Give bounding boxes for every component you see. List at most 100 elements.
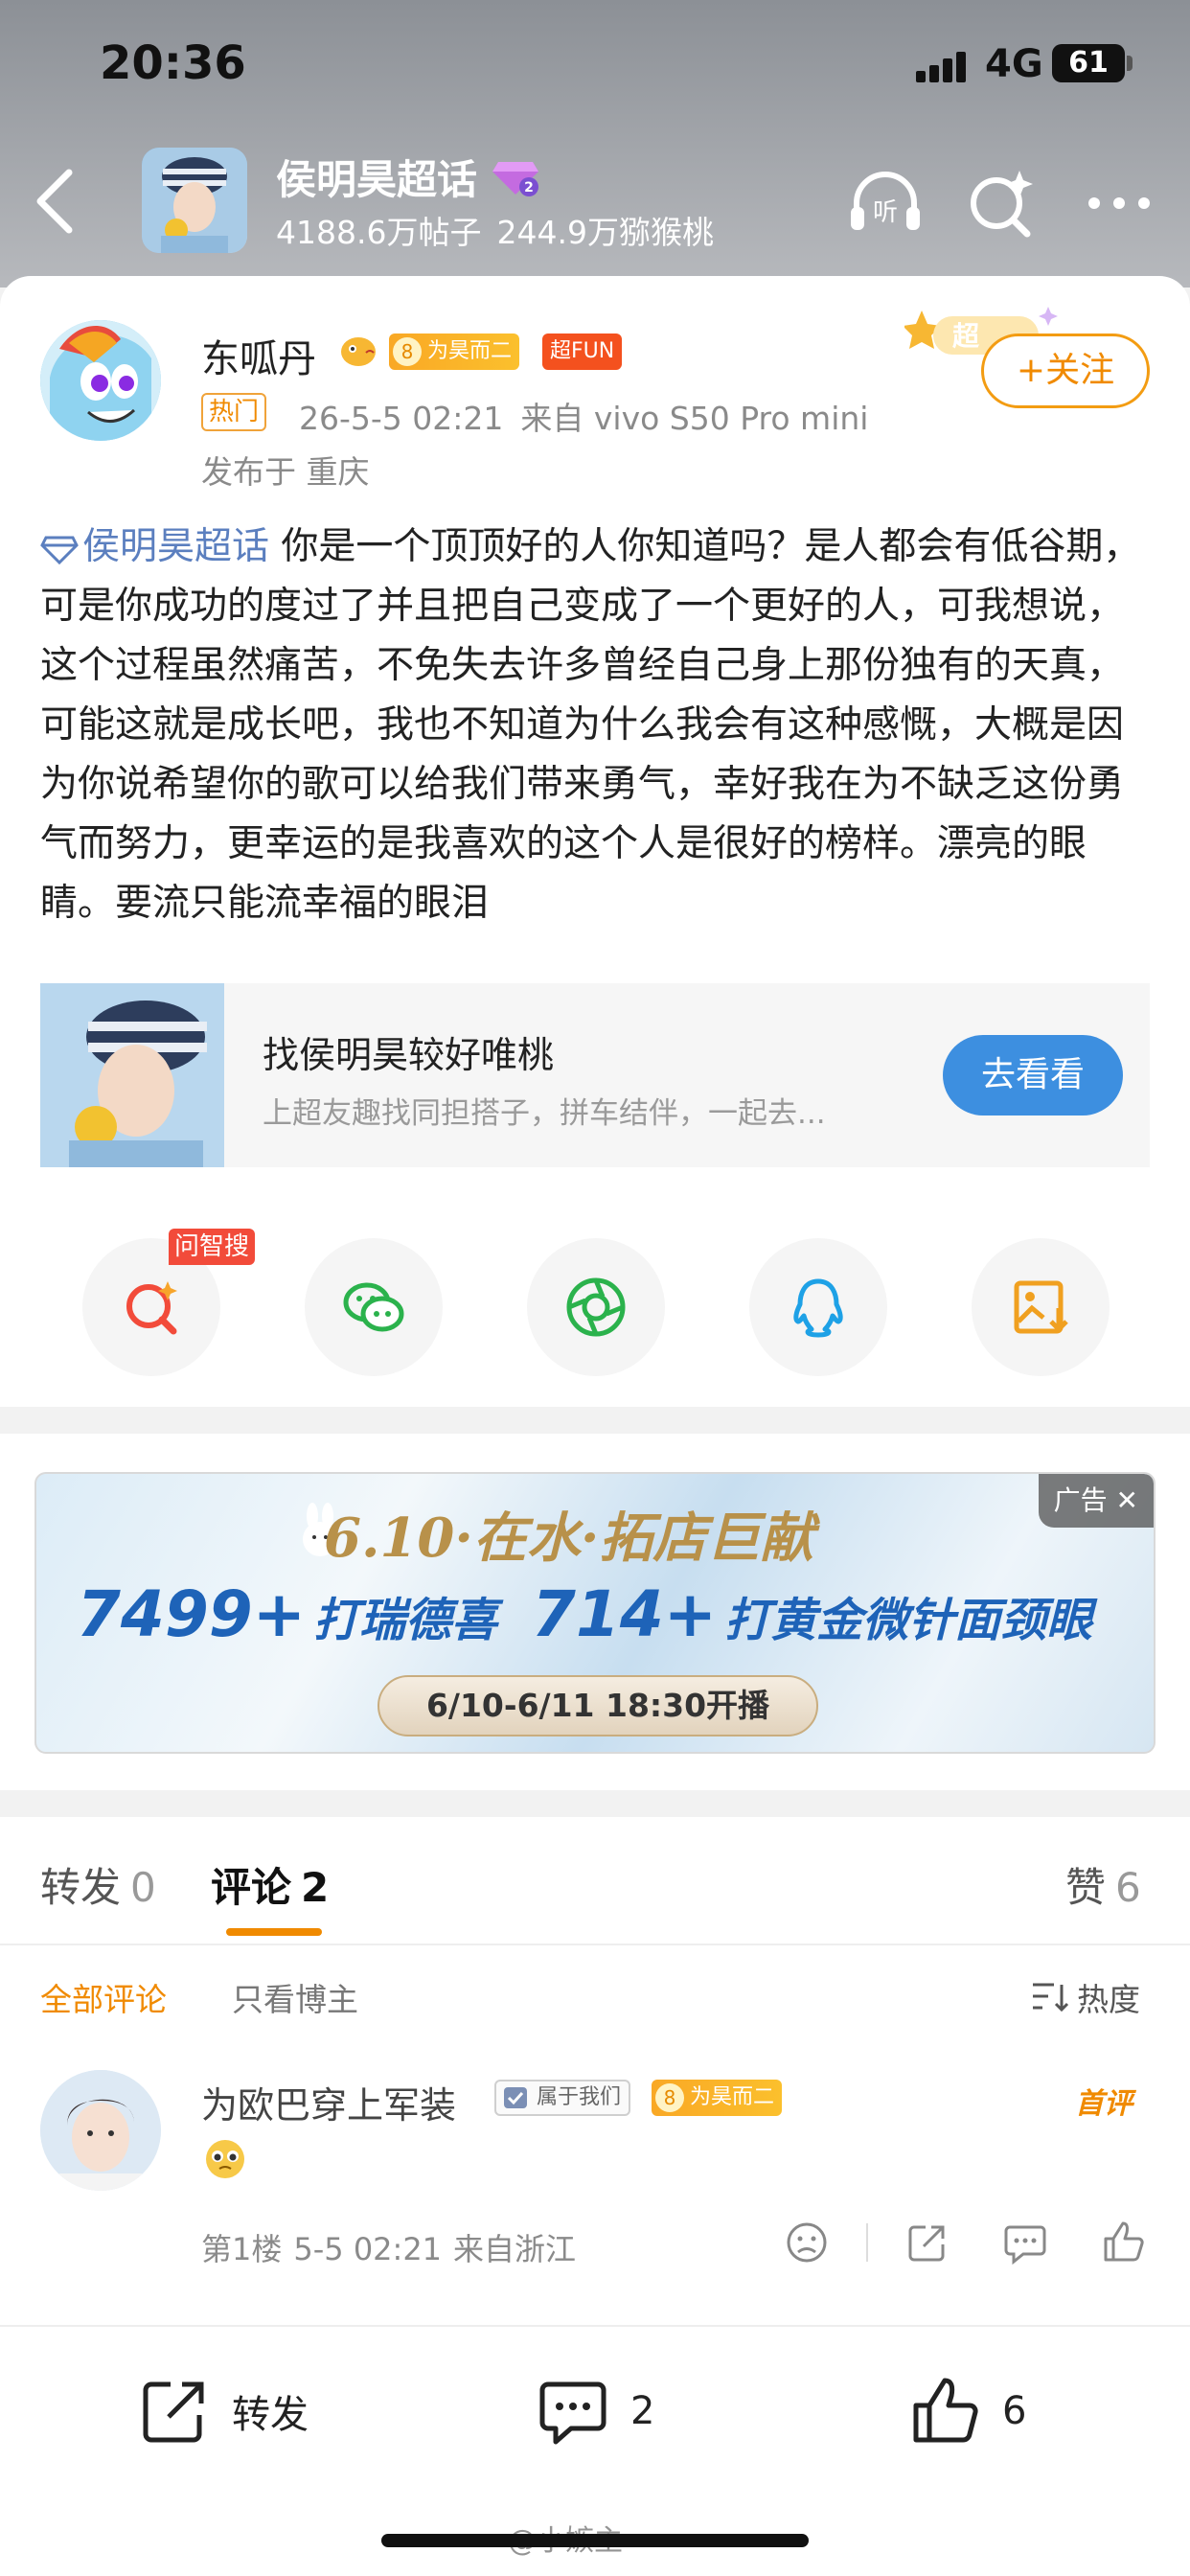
svg-text:2: 2: [524, 180, 534, 196]
share-save-image[interactable]: [972, 1238, 1110, 1376]
post-meta: 26-5-5 02:21 来自 vivo S50 Pro mini: [299, 393, 885, 439]
topic-stats: 4188.6万帖子 244.9万猕猴桃: [276, 207, 729, 253]
comment-fan-level-label: 为昊而二: [690, 2085, 775, 2109]
ad-price-1: 7499+: [77, 1577, 306, 1651]
ad-offers: 7499+ 打瑞德喜 714+ 打黄金微针面颈眼: [77, 1577, 1127, 1651]
first-comment-tag: 首评: [1075, 2087, 1133, 2121]
comment-action-divider: [866, 2223, 868, 2262]
promo-go-button[interactable]: 去看看: [943, 1035, 1123, 1116]
hot-tag: 热门: [201, 393, 267, 431]
dislike-icon[interactable]: [784, 2220, 830, 2266]
promo-title: 找侯明昊较好唯桃: [263, 1034, 555, 1076]
comment-like-icon[interactable]: [1100, 2220, 1146, 2266]
follow-button[interactable]: +关注: [981, 334, 1150, 408]
super-topic-icon: [40, 536, 79, 564]
post-source: 来自 vivo S50 Pro mini: [520, 400, 869, 437]
ad-label-text: 广告: [1053, 1484, 1108, 1516]
tab-repost-label: 转发: [40, 1864, 122, 1911]
comment-count: 2: [630, 2389, 655, 2433]
author-avatar[interactable]: [40, 320, 161, 441]
post-body: 侯明昊超话 你是一个顶顶好的人你知道吗？是人都会有低谷期，可是你成功的度过了并且…: [40, 518, 1154, 933]
filter-author-only[interactable]: 只看博主: [232, 1974, 358, 2020]
filter-all-comments[interactable]: 全部评论: [40, 1974, 167, 2020]
topic-avatar[interactable]: [142, 148, 247, 253]
ad-banner[interactable]: 6.10·在水·拓店巨献 7499+ 打瑞德喜 714+ 打黄金微针面颈眼 6/10-…: [34, 1472, 1156, 1754]
topic-title[interactable]: 侯明昊超话 2: [276, 148, 540, 206]
fan-level-badge: 8 为昊而二: [389, 334, 520, 370]
ad-close-label[interactable]: 广告 ✕: [1038, 1474, 1154, 1528]
comment-meta: 第1楼 5-5 02:21 来自浙江: [201, 2225, 587, 2269]
tab-likes-label: 赞: [1065, 1864, 1107, 1911]
super-fun-badge: 超FUN: [542, 334, 623, 370]
topic-link[interactable]: 侯明昊超话: [40, 525, 269, 568]
battery-icon: 61: [1052, 44, 1125, 82]
posts-count: 4188.6万帖子: [276, 214, 482, 251]
share-qq[interactable]: [749, 1238, 887, 1376]
svg-text:超: 超: [952, 320, 980, 352]
comment-author[interactable]: 为欧巴穿上军装: [201, 2076, 456, 2128]
status-bar: 20:36 4G 61: [0, 0, 1190, 125]
fan-level-number: 8: [393, 337, 422, 366]
repost-button[interactable]: 转发: [138, 2373, 309, 2450]
comment-fan-level-number: 8: [655, 2083, 684, 2112]
listen-icon[interactable]: 听: [847, 165, 924, 242]
sparkle-search-icon[interactable]: [962, 165, 1039, 242]
ad-section: 6.10·在水·拓店巨献 7499+ 打瑞德喜 714+ 打黄金微针面颈眼 6/10-…: [0, 1434, 1190, 1790]
tab-comments[interactable]: 评论 2: [211, 1855, 329, 1914]
signal-icon: [916, 52, 970, 82]
comment-icon: [539, 2381, 606, 2445]
svg-text:听: 听: [873, 198, 898, 227]
home-indicator[interactable]: [381, 2534, 809, 2547]
back-icon[interactable]: [27, 165, 84, 238]
tab-active-underline: [226, 1928, 322, 1936]
sort-label: 热度: [1077, 1981, 1140, 2018]
comment-repost-icon[interactable]: [904, 2220, 950, 2266]
tab-likes[interactable]: 赞6: [1065, 1855, 1141, 1914]
share-moments[interactable]: [527, 1238, 665, 1376]
like-count: 6: [1002, 2389, 1027, 2433]
tab-likes-count: 6: [1115, 1864, 1141, 1911]
moments-icon: [566, 1277, 626, 1337]
comment-location: 来自浙江: [453, 2231, 577, 2267]
repost-icon: [143, 2381, 204, 2443]
post-location: 发布于 重庆: [201, 453, 370, 491]
tab-repost-count: 0: [130, 1864, 156, 1911]
tab-comments-label: 评论: [211, 1864, 292, 1911]
comments-section: 转发 0 评论 2 赞6 全部评论 只看博主 热度 为欧巴穿上军装 属于我们 8 为…: [0, 1817, 1190, 2325]
more-icon[interactable]: [1081, 165, 1157, 242]
repost-label: 转发: [232, 2393, 309, 2437]
save-image-icon: [1014, 1280, 1068, 1334]
status-time: 20:36: [100, 36, 246, 90]
share-wechat[interactable]: [305, 1238, 443, 1376]
comment-floor: 第1楼: [201, 2231, 283, 2267]
comment-reply-icon[interactable]: [1002, 2220, 1048, 2266]
tabs-divider: [0, 1944, 1190, 1945]
sort-button[interactable]: 热度: [1031, 1974, 1140, 2020]
topic-link-text: 侯明昊超话: [82, 525, 270, 568]
ai-search-tag: 问智搜: [169, 1229, 256, 1265]
comment-fan-level-badge: 8 为昊而二: [652, 2080, 783, 2116]
comment-button[interactable]: 2: [537, 2373, 654, 2450]
pleading-emoji-icon: [206, 2140, 244, 2178]
promo-card[interactable]: 找侯明昊较好唯桃 上超友趣找同担搭子，拼车结伴，一起去... 去看看: [40, 983, 1150, 1167]
post-date: 26-5-5 02:21: [299, 400, 504, 437]
like-button[interactable]: 6: [908, 2373, 1026, 2450]
group-badge-icon: [504, 2087, 527, 2108]
network-type: 4G: [985, 42, 1043, 86]
comment-group-badge-label: 属于我们: [537, 2085, 622, 2109]
comment-avatar[interactable]: [40, 2070, 161, 2191]
topic-header: 20:36 4G 61 侯明昊超话 2 4188.6万帖子 244.9万猕猴桃 …: [0, 0, 1190, 288]
tab-comments-count: 2: [301, 1864, 330, 1911]
post-text: 你是一个顶顶好的人你知道吗？是人都会有低谷期，可是你成功的度过了并且把自己变成了…: [40, 525, 1141, 925]
author-name[interactable]: 东呱丹: [201, 328, 316, 383]
comment-time: 5-5 02:21: [293, 2231, 443, 2267]
sort-icon: [1033, 1983, 1069, 2012]
tab-repost[interactable]: 转发 0: [40, 1855, 156, 1914]
ai-search-icon: [126, 1281, 177, 1335]
promo-subtitle: 上超友趣找同担搭子，拼车结伴，一起去...: [263, 1096, 826, 1131]
fans-count: 244.9万猕猴桃: [496, 214, 714, 251]
qq-icon: [793, 1278, 843, 1338]
like-icon: [913, 2378, 978, 2443]
fan-badge-icon: [341, 337, 376, 366]
battery-tip: [1127, 56, 1133, 71]
